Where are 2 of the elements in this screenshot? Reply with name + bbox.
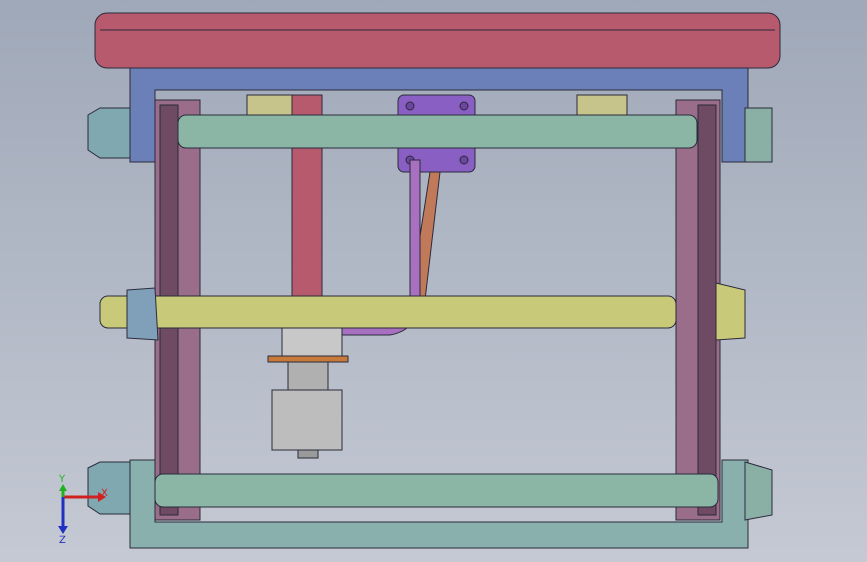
axis-label: Y	[59, 474, 66, 485]
axis-label: Z	[59, 535, 66, 546]
